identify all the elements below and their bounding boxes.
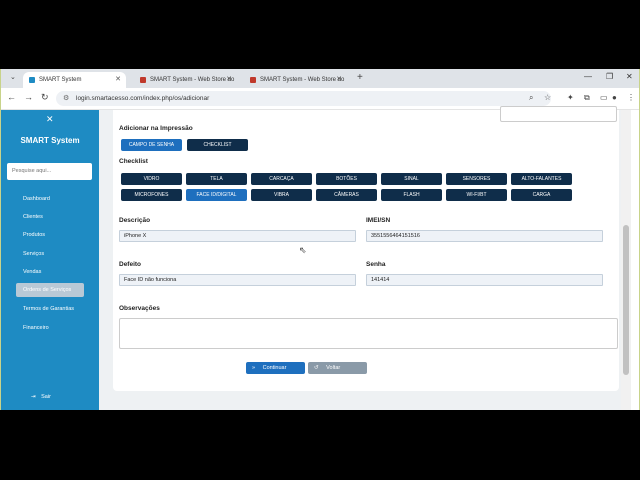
checklist-vibra-button[interactable]: VIBRA [251,189,312,201]
reload-icon[interactable]: ↻ [41,92,49,103]
checklist-vidro-button[interactable]: VIDRO [121,173,182,185]
tab-list-icon[interactable]: ⌄ [10,73,16,81]
descricao-input[interactable]: iPhone X [119,230,356,242]
continue-label: Continuar [262,365,287,371]
back-label: Voltar [326,365,341,371]
sidebar-item-termos-de-garantias[interactable]: Termos de Garantias [16,302,84,316]
close-window-icon[interactable]: ✕ [626,72,633,81]
print-section-label: Adicionar na Impressão [119,125,193,132]
search-input[interactable] [7,163,92,180]
minimize-icon[interactable]: — [584,72,592,81]
checklist-botoes-button[interactable]: BOTÕES [316,173,377,185]
tab-web-store-1[interactable]: SMART System - Web Store do ✕ [134,72,237,88]
imei-label: IMEI/SN [366,217,391,224]
checklist-cameras-button[interactable]: CÂMERAS [316,189,377,201]
mouse-cursor-icon: ⇖ [299,245,307,255]
checklist-wifi-bt-button[interactable]: WI-FI/BT [446,189,507,201]
checklist-tela-button[interactable]: TELA [186,173,247,185]
tab-strip: ⌄ SMART System ✕ SMART System - Web Stor… [1,69,639,88]
favicon-icon [140,77,146,83]
zoom-icon[interactable]: ⌕ [529,93,533,103]
close-tab-icon[interactable]: ✕ [336,75,342,83]
campo-de-senha-button[interactable]: CAMPO DE SENHA [121,139,182,151]
sidebar: ✕ SMART System Dashboard Clientes Produt… [1,110,99,410]
tab-smart-system[interactable]: SMART System ✕ [23,72,126,88]
scrollbar-thumb[interactable] [623,225,629,375]
maximize-icon[interactable]: ❐ [606,72,613,81]
sidepanel-icon[interactable]: ▭ [600,93,608,102]
checklist-print-button[interactable]: CHECKLIST [187,139,248,151]
descricao-label: Descrição [119,217,151,224]
defeito-input[interactable]: Face ID não funciona [119,274,356,286]
imei-input[interactable]: 3551556464151516 [366,230,603,242]
close-icon[interactable]: ✕ [46,114,54,125]
url-field[interactable]: ⚙ login.smartacesso.com/index.php/os/adi… [56,91,551,106]
checklist-flash-button[interactable]: FLASH [381,189,442,201]
tab-title: SMART System - Web Store do [150,77,235,83]
menu-icon[interactable]: ⋮ [627,93,635,102]
senha-input[interactable]: 141414 [366,274,603,286]
app-title: SMART System [20,136,80,145]
extensions-puzzle-icon[interactable]: ⧉ [584,93,590,103]
profile-icon[interactable]: ● [612,93,617,102]
url-text: login.smartacesso.com/index.php/os/adici… [76,95,210,102]
sidebar-item-produtos[interactable]: Produtos [16,228,84,242]
sidebar-item-clientes[interactable]: Clientes [16,210,84,224]
checklist-label: Checklist [119,158,148,165]
new-tab-icon[interactable]: + [357,72,363,83]
sidebar-item-financeiro[interactable]: Financeiro [16,321,84,335]
logout-icon: ⇥ [31,394,36,400]
senha-label: Senha [366,261,386,268]
tab-web-store-2[interactable]: SMART System - Web Store do ✕ [244,72,347,88]
favicon-icon [250,77,256,83]
close-tab-icon[interactable]: ✕ [115,75,121,83]
forward-icon[interactable]: → [24,92,33,102]
sidebar-item-dashboard[interactable]: Dashboard [16,192,84,206]
checklist-carcaca-button[interactable]: CARCAÇA [251,173,312,185]
site-info-icon[interactable]: ⚙ [63,91,69,106]
checklist-face-id-button[interactable]: FACE ID/DIGITAL [186,189,247,201]
observacoes-label: Observações [119,305,160,312]
back-button[interactable]: ↺ Voltar [308,362,367,374]
double-chevron-right-icon: » [252,365,256,371]
defeito-label: Defeito [119,261,142,268]
logout-label: Sair [41,394,51,400]
tab-title: SMART System - Web Store do [260,77,345,83]
bookmark-star-icon[interactable]: ☆ [544,93,551,102]
top-field[interactable] [500,106,617,122]
tab-title: SMART System [39,77,82,83]
checklist-sinal-button[interactable]: SINAL [381,173,442,185]
browser-window: ⌄ SMART System ✕ SMART System - Web Stor… [0,69,640,410]
sidebar-item-servicos[interactable]: Serviços [16,247,84,261]
observacoes-textarea[interactable] [119,318,618,349]
sidebar-item-ordens-de-servicos[interactable]: Ordens de Serviços [16,283,84,297]
back-icon[interactable]: ← [7,92,16,102]
favicon-icon [29,77,35,83]
logout-button[interactable]: ⇥ Sair [31,394,51,400]
checklist-carga-button[interactable]: CARGA [511,189,572,201]
checklist-microfones-button[interactable]: MICROFONES [121,189,182,201]
scrollbar[interactable] [621,110,631,410]
extension-icon[interactable]: ✦ [567,93,574,102]
undo-icon: ↺ [314,365,319,371]
sidebar-item-vendas[interactable]: Vendas [16,265,84,279]
close-tab-icon[interactable]: ✕ [226,75,232,83]
checklist-alto-falantes-button[interactable]: ALTO-FALANTES [511,173,572,185]
checklist-sensores-button[interactable]: SENSORES [446,173,507,185]
continue-button[interactable]: » Continuar [246,362,305,374]
